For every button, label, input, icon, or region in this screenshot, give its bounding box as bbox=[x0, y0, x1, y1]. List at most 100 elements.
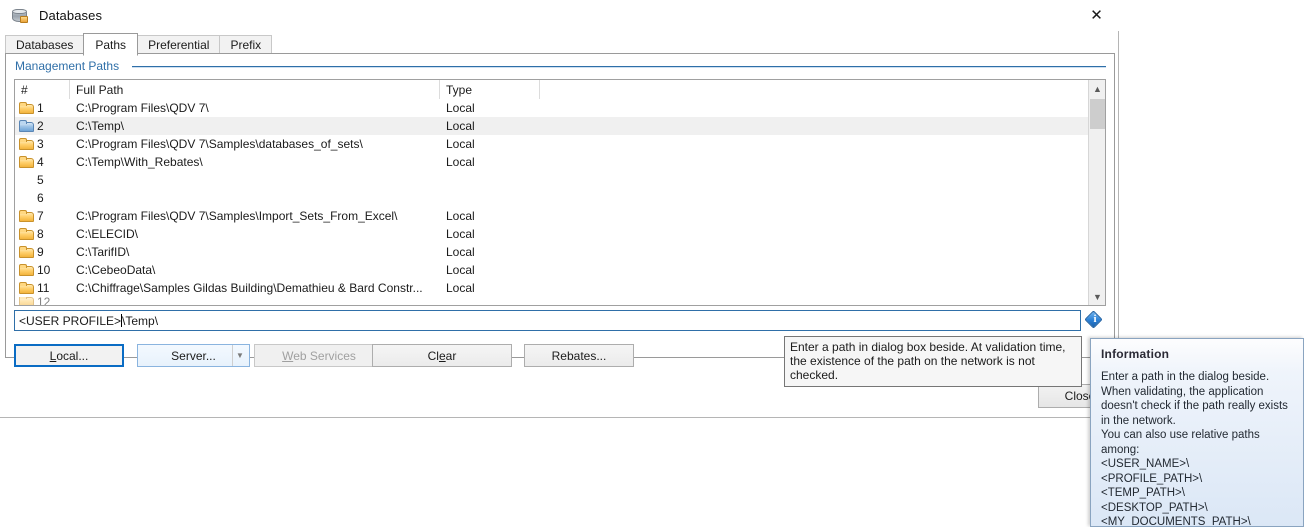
row-path: C:\Temp\ bbox=[76, 119, 125, 133]
path-input-value-right: \Temp\ bbox=[122, 313, 159, 328]
row-number: 3 bbox=[37, 137, 44, 151]
local-button[interactable]: Local... bbox=[14, 344, 124, 367]
local-button-label: Local... bbox=[49, 348, 89, 363]
tab-prefix[interactable]: Prefix bbox=[219, 35, 273, 55]
information-body: Enter a path in the dialog beside. When … bbox=[1091, 361, 1303, 527]
folder-icon bbox=[19, 297, 35, 305]
row-number: 6 bbox=[37, 191, 44, 205]
information-intro: You can also use relative paths among: bbox=[1101, 429, 1260, 456]
row-number: 1 bbox=[37, 101, 44, 115]
database-icon bbox=[11, 7, 29, 25]
list-vertical-scrollbar[interactable]: ▲ ▼ bbox=[1088, 80, 1105, 305]
path-input-value-left: <USER PROFILE> bbox=[19, 313, 122, 328]
table-row[interactable]: 8 C:\ELECID\ Local bbox=[15, 225, 1105, 243]
table-row[interactable]: 1 C:\Program Files\QDV 7\ Local bbox=[15, 99, 1105, 117]
row-number: 9 bbox=[37, 245, 44, 259]
row-number-cell: 9 bbox=[15, 243, 70, 261]
info-diamond-icon[interactable]: i bbox=[1084, 310, 1105, 331]
web-services-button: Web Services bbox=[254, 344, 384, 367]
folder-icon bbox=[19, 155, 35, 169]
title-bar: Databases ✕ bbox=[0, 0, 1119, 31]
close-window-button[interactable]: ✕ bbox=[1074, 0, 1119, 30]
scroll-down-icon[interactable]: ▼ bbox=[1089, 288, 1105, 305]
window-title: Databases bbox=[39, 8, 103, 23]
row-path: C:\CebeoData\ bbox=[76, 263, 156, 277]
tab-preferential[interactable]: Preferential bbox=[137, 35, 221, 55]
paths-list[interactable]: # Full Path Type 1 C:\Program Files\QDV … bbox=[14, 79, 1106, 306]
folder-icon bbox=[19, 209, 35, 223]
clear-button[interactable]: Clear bbox=[372, 344, 512, 367]
row-type: Local bbox=[446, 209, 475, 223]
information-variable: <MY_DOCUMENTS_PATH>\ bbox=[1101, 516, 1251, 527]
group-rule bbox=[132, 66, 1106, 68]
row-number: 2 bbox=[37, 119, 44, 133]
table-row[interactable]: 5 bbox=[15, 171, 1105, 189]
table-row[interactable]: 11 C:\Chiffrage\Samples Gildas Building\… bbox=[15, 279, 1105, 297]
folder-icon bbox=[19, 119, 35, 133]
information-variable: <DESKTOP_PATH>\ bbox=[1101, 501, 1208, 514]
path-input[interactable]: <USER PROFILE> \Temp\ bbox=[14, 310, 1081, 331]
tab-strip: Databases Paths Preferential Prefix bbox=[5, 33, 1115, 56]
rebates-button-label: Rebates... bbox=[551, 348, 607, 363]
scroll-up-icon[interactable]: ▲ bbox=[1089, 80, 1105, 97]
table-row[interactable]: 4 C:\Temp\With_Rebates\ Local bbox=[15, 153, 1105, 171]
folder-icon bbox=[19, 227, 35, 241]
row-number-cell: 10 bbox=[15, 261, 70, 279]
row-number-cell: 3 bbox=[15, 135, 70, 153]
row-number-cell: 2 bbox=[15, 117, 70, 135]
table-row[interactable]: 10 C:\CebeoData\ Local bbox=[15, 261, 1105, 279]
column-header-filler bbox=[540, 80, 1105, 99]
group-label-management-paths: Management Paths bbox=[15, 59, 126, 73]
table-row[interactable]: 7 C:\Program Files\QDV 7\Samples\Import_… bbox=[15, 207, 1105, 225]
row-type: Local bbox=[446, 281, 475, 295]
row-number: 10 bbox=[37, 263, 51, 277]
server-button-label: Server... bbox=[171, 348, 216, 363]
row-type: Local bbox=[446, 263, 475, 277]
table-row[interactable]: 12 bbox=[15, 297, 1105, 305]
information-panel: Information Enter a path in the dialog b… bbox=[1090, 338, 1304, 527]
row-number: 11 bbox=[37, 281, 50, 295]
databases-dialog: Databases ✕ Databases Paths Preferential… bbox=[0, 0, 1122, 418]
row-type: Local bbox=[446, 101, 475, 115]
row-number: 7 bbox=[37, 209, 44, 223]
folder-icon bbox=[19, 137, 35, 151]
tab-databases[interactable]: Databases bbox=[5, 35, 85, 55]
rebates-button[interactable]: Rebates... bbox=[524, 344, 634, 367]
row-number-cell: 5 bbox=[15, 171, 70, 189]
tab-paths[interactable]: Paths bbox=[83, 33, 139, 56]
information-variable: <PROFILE_PATH>\ bbox=[1101, 472, 1203, 485]
clear-button-label: Clear bbox=[427, 348, 457, 363]
row-number-cell: 12 bbox=[15, 297, 70, 305]
row-path: C:\Program Files\QDV 7\Samples\databases… bbox=[76, 137, 363, 151]
information-variable: <USER_NAME>\ bbox=[1101, 458, 1190, 470]
list-body: 1 C:\Program Files\QDV 7\ Local 2 C:\Tem… bbox=[15, 99, 1105, 305]
table-row[interactable]: 3 C:\Program Files\QDV 7\Samples\databas… bbox=[15, 135, 1105, 153]
table-row[interactable]: 9 C:\TarifID\ Local bbox=[15, 243, 1105, 261]
folder-icon bbox=[19, 281, 35, 295]
row-path: C:\TarifID\ bbox=[76, 245, 130, 259]
web-services-button-label: Web Services bbox=[282, 348, 356, 363]
column-header-full-path[interactable]: Full Path bbox=[70, 80, 440, 99]
row-number-cell: 6 bbox=[15, 189, 70, 207]
row-path: C:\ELECID\ bbox=[76, 227, 139, 241]
column-header-type[interactable]: Type bbox=[440, 80, 540, 99]
row-path: C:\Temp\With_Rebates\ bbox=[76, 155, 203, 169]
column-header-number[interactable]: # bbox=[15, 80, 70, 99]
row-number: 4 bbox=[37, 155, 44, 169]
table-row[interactable]: 2 C:\Temp\ Local bbox=[15, 117, 1105, 135]
row-number-cell: 8 bbox=[15, 225, 70, 243]
row-type: Local bbox=[446, 137, 475, 151]
server-button[interactable]: Server... ▼ bbox=[137, 344, 250, 367]
row-path: C:\Program Files\QDV 7\ bbox=[76, 101, 209, 115]
scrollbar-thumb[interactable] bbox=[1090, 99, 1105, 129]
chevron-down-icon[interactable]: ▼ bbox=[232, 345, 247, 366]
information-title: Information bbox=[1101, 347, 1170, 361]
folder-icon bbox=[19, 245, 35, 259]
row-number: 8 bbox=[37, 227, 44, 241]
list-header: # Full Path Type bbox=[15, 80, 1105, 99]
information-paragraph: Enter a path in the dialog beside. When … bbox=[1101, 371, 1288, 427]
row-type: Local bbox=[446, 155, 475, 169]
table-row[interactable]: 6 bbox=[15, 189, 1105, 207]
information-variable: <TEMP_PATH>\ bbox=[1101, 487, 1185, 499]
row-path: C:\Program Files\QDV 7\Samples\Import_Se… bbox=[76, 209, 398, 223]
